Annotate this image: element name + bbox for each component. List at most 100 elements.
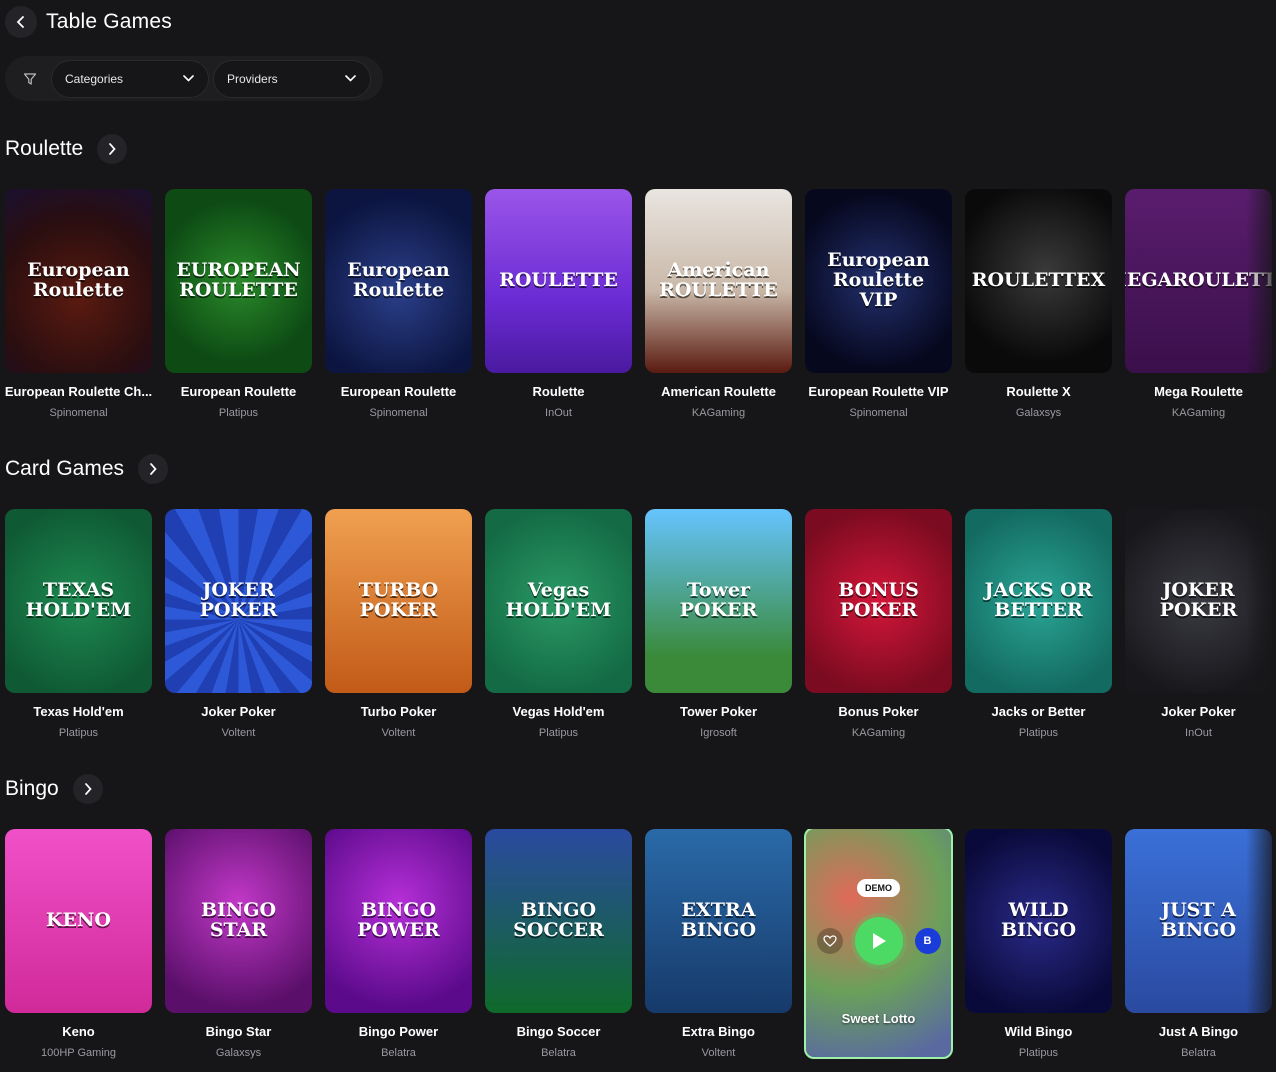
game-name[interactable]: Joker Poker [1119,704,1276,719]
game-card[interactable]: JOKER POKER Joker Poker Voltent [165,509,312,739]
demo-badge[interactable]: DEMO [857,879,900,897]
providers-dropdown[interactable]: Providers [213,59,371,98]
game-name[interactable]: European Roulette VIP [799,384,958,399]
filter-bar: Categories Providers [5,56,383,101]
game-thumbnail[interactable]: American ROULETTE [645,189,792,373]
game-thumbnail[interactable]: TURBO POKER [325,509,472,693]
game-name[interactable]: Bingo Star [159,1024,318,1039]
game-card[interactable]: ROULETTE Roulette InOut [485,189,632,419]
game-thumbnail[interactable]: MEGAROULETTE [1125,189,1272,373]
game-card[interactable]: BINGO SOCCER Bingo Soccer Belatra [485,829,632,1059]
game-thumbnail[interactable]: WILD BINGO [965,829,1112,1013]
game-provider: Voltent [221,727,256,739]
game-name[interactable]: Joker Poker [159,704,318,719]
game-thumbnail[interactable]: European Roulette VIP [805,189,952,373]
game-name[interactable]: Roulette X [959,384,1118,399]
game-art-title: BINGO POWER [357,899,440,941]
game-card[interactable]: TEXAS HOLD'EM Texas Hold'em Platipus [5,509,152,739]
game-name[interactable]: Keno [5,1024,158,1039]
game-card[interactable]: WILD BINGO Wild Bingo Platipus [965,829,1112,1059]
game-thumbnail[interactable]: European Roulette [325,189,472,373]
section-title: Roulette [5,137,84,160]
game-card[interactable]: DEMO B Sweet Lotto [804,829,953,1059]
game-card[interactable]: EUROPEAN ROULETTE European Roulette Platip… [165,189,312,419]
game-art-title: JACKS OR BETTER [984,579,1093,621]
game-row-card-games: TEXAS HOLD'EM Texas Hold'em Platipus JOKER … [5,509,1276,749]
game-thumbnail[interactable]: BINGO STAR [165,829,312,1013]
game-name[interactable]: Jacks or Better [959,704,1118,719]
play-button[interactable] [854,917,903,965]
game-card[interactable]: KENO Keno 100HP Gaming [5,829,152,1059]
game-provider: KAGaming [851,727,906,739]
game-provider: InOut [1185,727,1212,739]
game-thumbnail[interactable]: JOKER POKER [1125,509,1272,693]
game-thumbnail[interactable]: TEXAS HOLD'EM [5,509,152,693]
game-name[interactable]: Bonus Poker [799,704,958,719]
game-card[interactable]: MEGAROULETTEMega RouletteKAGaming [1125,189,1272,419]
game-provider: Igrosoft [700,727,737,739]
game-provider: Platipus [58,727,99,739]
game-name[interactable]: Just A Bingo [1119,1024,1276,1039]
game-provider: InOut [545,407,572,419]
game-name[interactable]: European Roulette [159,384,318,399]
game-thumbnail[interactable]: Tower POKER [645,509,792,693]
game-name[interactable]: Texas Hold'em [5,704,158,719]
game-thumbnail[interactable]: Vegas HOLD'EM [485,509,632,693]
game-card[interactable]: ROULETTEX Roulette X Galaxsys [965,189,1112,419]
game-card[interactable]: American ROULETTE American Roulette KAGami… [645,189,792,419]
game-art-title: European Roulette [27,259,130,301]
game-name[interactable]: Vegas Hold'em [479,704,638,719]
favorite-button[interactable] [816,928,843,954]
game-card[interactable]: European Roulette European Roulette Ch...… [5,189,152,419]
game-card[interactable]: JOKER POKER Joker Poker InOut [1125,509,1272,739]
game-thumbnail[interactable]: ROULETTEX [965,189,1112,373]
game-thumbnail[interactable]: EUROPEAN ROULETTE [165,189,312,373]
section-view-all-button[interactable] [138,454,169,484]
game-thumbnail[interactable]: JUST A BINGO [1125,829,1272,1013]
game-thumbnail[interactable]: EXTRA BINGO [645,829,792,1013]
game-card[interactable]: BINGO STAR Bingo Star Galaxsys [165,829,312,1059]
provider-logo-icon: B [914,928,941,954]
game-card[interactable]: European Roulette European Roulette Spinom… [325,189,472,419]
categories-dropdown[interactable]: Categories [51,59,209,98]
game-card[interactable]: European Roulette VIP European Roulette V… [805,189,952,419]
game-name[interactable]: Roulette [479,384,638,399]
game-name[interactable]: European Roulette [319,384,478,399]
game-card[interactable]: JUST A BINGO Just A Bingo Belatra [1125,829,1272,1059]
game-art-title: EXTRA BINGO [680,899,757,941]
game-thumbnail[interactable]: BINGO SOCCER [485,829,632,1013]
game-name[interactable]: Bingo Soccer [479,1024,638,1039]
game-card[interactable]: BONUS POKER Bonus Poker KAGaming [805,509,952,739]
section-view-all-button[interactable] [97,134,128,164]
game-row-bingo: KENO Keno 100HP Gaming BINGO STAR Bingo Star… [5,829,1276,1069]
game-thumbnail[interactable]: KENO [5,829,152,1013]
game-name[interactable]: American Roulette [639,384,798,399]
game-name[interactable]: Wild Bingo [959,1024,1118,1039]
game-thumbnail[interactable]: BONUS POKER [805,509,952,693]
game-name[interactable]: Bingo Power [319,1024,478,1039]
game-thumbnail[interactable]: DEMO B Sweet Lotto [804,829,953,1059]
game-thumbnail[interactable]: European Roulette [5,189,152,373]
game-card[interactable]: Tower POKER Tower Poker Igrosoft [645,509,792,739]
game-art-title: JOKER POKER [199,579,278,621]
game-art-title: ROULETTE [499,269,618,292]
game-name[interactable]: European Roulette Ch... [5,384,158,399]
game-card[interactable]: EXTRA BINGO Extra Bingo Voltent [645,829,792,1059]
game-card[interactable]: Vegas HOLD'EM Vegas Hold'em Platipus [485,509,632,739]
game-card[interactable]: BINGO POWER Bingo Power Belatra [325,829,472,1059]
game-name[interactable]: Extra Bingo [639,1024,798,1039]
section-view-all-button[interactable] [72,774,103,804]
game-name[interactable]: Tower Poker [639,704,798,719]
game-name[interactable]: Mega Roulette [1119,384,1276,399]
game-art-title: BINGO STAR [200,899,277,941]
back-button[interactable] [5,6,37,38]
game-art-title: EUROPEAN ROULETTE [176,259,301,301]
game-thumbnail[interactable]: JACKS OR BETTER [965,509,1112,693]
game-card[interactable]: TURBO POKER Turbo Poker Voltent [325,509,472,739]
game-thumbnail[interactable]: JOKER POKER [165,509,312,693]
game-thumbnail[interactable]: BINGO POWER [325,829,472,1013]
game-thumbnail[interactable]: ROULETTE [485,189,632,373]
filter-button[interactable] [13,62,47,96]
game-card[interactable]: JACKS OR BETTER Jacks or Better Platipus [965,509,1112,739]
game-name[interactable]: Turbo Poker [319,704,478,719]
